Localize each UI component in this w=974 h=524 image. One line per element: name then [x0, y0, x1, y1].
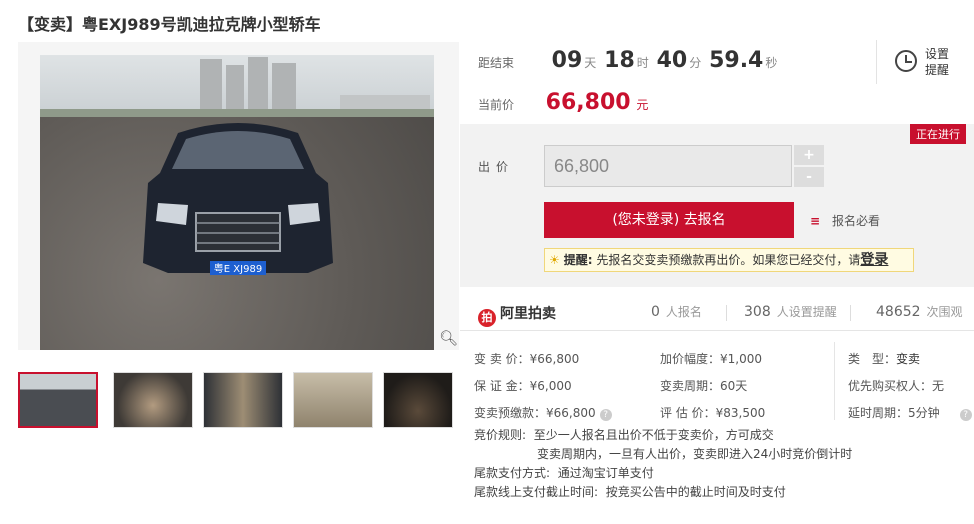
signup-count-label: 人报名 — [665, 305, 702, 319]
rule-label: 竞价规则: — [474, 428, 527, 442]
rule-line-1: 至少一人报名且出价不低于变卖价，方可成交 — [533, 428, 774, 442]
decrease-bid-button[interactable]: - — [794, 167, 824, 187]
reminder-label: 设置提醒 — [925, 47, 950, 77]
countdown: 距结束 09 天 18 时 40 分 59.4 秒 — [478, 48, 781, 78]
increase-bid-button[interactable]: + — [794, 145, 824, 165]
thumbnail-strip — [18, 372, 459, 428]
car-svg: 粤E XJ989 — [143, 123, 333, 275]
type-key: 类 型： — [848, 352, 897, 366]
period-value: 60天 — [720, 379, 748, 393]
bid-label: 出价 — [478, 160, 515, 174]
prepayment-value: ¥66,800 — [546, 406, 596, 420]
minutes-unit: 分 — [689, 56, 702, 70]
extend-key: 延时周期： — [848, 406, 909, 420]
prepayment-key: 变卖预缴款： — [474, 406, 547, 420]
deposit-value: ¥6,000 — [529, 379, 572, 393]
seconds-unit: 秒 — [765, 56, 778, 70]
ali-logo-icon: 拍 — [478, 309, 496, 327]
alarm-clock-icon — [895, 50, 917, 72]
thumbnail-4[interactable] — [293, 372, 373, 428]
signup-button[interactable]: (您未登录) 去报名 — [544, 202, 794, 238]
thumbnail-1[interactable] — [18, 372, 98, 428]
days-unit: 天 — [584, 56, 597, 70]
period-key: 变卖周期： — [660, 379, 721, 393]
main-image[interactable]: 粤E XJ989 🔍︎ — [18, 42, 459, 350]
increment-value: ¥1,000 — [720, 352, 763, 366]
reminder-count: 308 人设置提醒 — [744, 303, 837, 320]
bid-amount-input[interactable]: 66,800 — [544, 145, 792, 187]
signup-count-value: 0 — [651, 304, 660, 320]
info-col-1: 变 卖 价：¥66,800 保 证 金：¥6,000 变卖预缴款：¥66,800… — [474, 346, 612, 427]
thumbnail-2[interactable] — [113, 372, 193, 428]
current-price-unit: 元 — [636, 98, 649, 112]
priority-key: 优先购买权人 — [848, 379, 921, 393]
must-see-link[interactable]: ≡ 报名必看 — [810, 212, 880, 229]
reminder-count-label: 人设置提醒 — [776, 305, 837, 319]
countdown-minutes: 40 — [656, 48, 688, 73]
appraisal-key: 评 估 价： — [660, 406, 716, 420]
thumbnail-3[interactable] — [203, 372, 283, 428]
brand-name: 阿里拍卖 — [500, 306, 556, 322]
magnifier-icon[interactable]: 🔍︎ — [439, 329, 458, 347]
info-col-3: 类 型：变卖 优先购买权人：无 延时周期：5分钟? — [848, 346, 972, 427]
help-icon[interactable]: ? — [959, 409, 972, 421]
plate-text: 粤E XJ989 — [214, 262, 262, 275]
type-value: 变卖 — [896, 352, 921, 366]
status-badge: 正在进行 — [910, 124, 966, 144]
payment-value: 通过淘宝订单支付 — [557, 466, 654, 480]
thumbnail-5[interactable] — [383, 372, 453, 428]
help-icon[interactable]: ? — [599, 409, 612, 421]
appraisal-value: ¥83,500 — [715, 406, 766, 420]
countdown-seconds: 59.4 — [709, 48, 764, 73]
view-count-label: 次围观 — [926, 305, 963, 319]
car-photo: 粤E XJ989 — [40, 55, 434, 350]
current-price: 当前价 66,800 元 — [478, 90, 648, 115]
reminder-count-value: 308 — [744, 304, 771, 320]
countdown-hours: 18 — [604, 48, 635, 73]
countdown-label: 距结束 — [478, 56, 515, 70]
deposit-key: 保 证 金： — [474, 379, 530, 393]
auction-rules: 竞价规则: 至少一人报名且出价不低于变卖价，方可成交 变卖周期内，一旦有人出价，… — [474, 426, 852, 502]
sale-price-key: 变 卖 价： — [474, 352, 530, 366]
view-count-value: 48652 — [876, 304, 921, 320]
rule-line-2: 变卖周期内，一旦有人出价，变卖即进入24小时竞价倒计时 — [537, 447, 853, 461]
login-link[interactable]: 登录 — [860, 252, 888, 268]
lightbulb-icon: ☀ — [549, 253, 560, 267]
sale-price-value: ¥66,800 — [529, 352, 580, 366]
tip-text: 先报名交变卖预缴款再出价。如果您已经交付，请 — [596, 253, 861, 267]
signup-count: 0 人报名 — [651, 303, 702, 320]
current-price-value: 66,800 — [545, 90, 631, 115]
deadline-label: 尾款线上支付截止时间: — [474, 485, 599, 499]
must-see-label: 报名必看 — [832, 214, 881, 228]
deadline-value: 按竞买公告中的截止时间及时支付 — [605, 485, 786, 499]
priority-value: ：无 — [920, 379, 945, 393]
coins-icon: ≡ — [810, 214, 821, 228]
set-reminder-button[interactable]: 设置提醒 — [876, 40, 966, 84]
info-col-2: 加价幅度：¥1,000 变卖周期：60天 评 估 价：¥83,500 — [660, 346, 765, 427]
increment-key: 加价幅度： — [660, 352, 721, 366]
countdown-days: 09 — [551, 48, 583, 73]
hours-unit: 时 — [636, 56, 649, 70]
payment-label: 尾款支付方式: — [474, 466, 551, 480]
ali-auction-logo: 拍阿里拍卖 — [478, 303, 556, 327]
current-price-label: 当前价 — [478, 98, 515, 112]
tip-label: 提醒: — [563, 253, 593, 267]
stats-bar: 拍阿里拍卖 0 人报名 308 人设置提醒 48652 次围观 — [460, 295, 974, 331]
page-title: 【变卖】粤EXJ989号凯迪拉克牌小型轿车 — [18, 15, 321, 34]
extend-value: 5分钟 — [908, 406, 940, 420]
view-count: 48652 次围观 — [876, 303, 963, 320]
bid-stepper: + - — [794, 145, 824, 187]
bid-panel: 正在进行 出价 66,800 + - (您未登录) 去报名 ≡ 报名必看 ☀ 提醒:… — [460, 124, 974, 287]
reminder-tip: ☀ 提醒: 先报名交变卖预缴款再出价。如果您已经交付，请登录 — [544, 248, 914, 272]
